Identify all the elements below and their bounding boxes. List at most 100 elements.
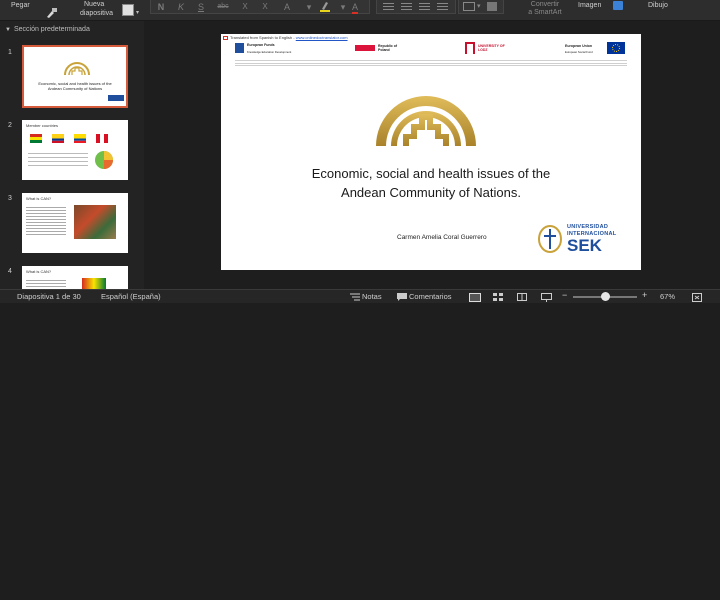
strikethrough-button[interactable]: abc — [213, 1, 233, 13]
eu-flag-icon — [607, 42, 625, 54]
map-image — [82, 278, 106, 289]
partner-logo-text: Republic of Poland — [378, 44, 398, 52]
funding-disclaimer — [235, 60, 627, 68]
comments-icon[interactable] — [397, 293, 407, 301]
convert-smartart-button[interactable]: Convertir a SmartArt — [520, 1, 570, 17]
slide-title-line-2: Andean Community of Nations. — [341, 185, 521, 200]
slide-sorter-icon[interactable] — [493, 293, 503, 301]
chevron-down-icon[interactable]: ▾ — [136, 9, 139, 16]
zoom-out-button[interactable]: − — [562, 290, 567, 300]
slide-number: 3 — [8, 195, 12, 202]
partner-logo-sub: Knowledge Education Development — [247, 50, 292, 54]
slide-thumbnail[interactable]: Member countries — [22, 120, 128, 180]
paragraph-group — [376, 0, 456, 14]
flag-ecuador-icon — [74, 134, 86, 143]
slide-number: 1 — [8, 49, 12, 56]
chevron-down-icon[interactable]: ▾ — [301, 1, 317, 13]
fit-to-window-icon[interactable] — [692, 293, 702, 302]
columns-icon[interactable] — [463, 2, 475, 11]
slide-counter: Diapositiva 1 de 30 — [17, 292, 81, 301]
slide-title-line-1: Economic, social and health issues of th… — [311, 166, 551, 181]
slide-thumbnail-title: Economic, social and health issues of th… — [38, 81, 112, 91]
andean-community-logo — [376, 96, 476, 146]
comments-button[interactable]: Comentarios — [409, 292, 452, 301]
italic-button[interactable]: K — [173, 1, 189, 13]
text-placeholder — [28, 150, 88, 174]
translate-icon — [223, 35, 228, 40]
university-lodz-icon — [465, 42, 475, 54]
flag-colombia-icon — [52, 134, 64, 143]
empty-workspace — [0, 304, 720, 600]
normal-view-icon[interactable] — [469, 293, 481, 302]
chevron-down-icon[interactable]: ▼ — [5, 27, 11, 33]
zoom-percentage[interactable]: 67% — [660, 292, 675, 301]
european-union-logo: European Union European Social Fund — [565, 42, 627, 56]
partner-logo-text: European Union — [565, 44, 593, 48]
slide-thumbnail[interactable]: What is CAN? — [22, 266, 128, 289]
drawing-button[interactable]: Dibujo — [648, 2, 668, 9]
andean-logo-icon — [64, 62, 90, 76]
slide-title[interactable]: Economic, social and health issues of th… — [221, 164, 641, 202]
partner-logo-sub: European Social Fund — [565, 50, 593, 54]
slide-thumbnails-pane[interactable]: ▼ Sección predeterminada 1 Economic, soci… — [0, 21, 144, 289]
format-painter-icon[interactable] — [46, 8, 58, 18]
picture-icon[interactable] — [613, 1, 623, 10]
align-right-icon[interactable] — [419, 3, 430, 10]
sek-university-logo: UNIVERSIDAD INTERNACIONAL SEK — [537, 222, 629, 256]
justify-icon[interactable] — [437, 3, 448, 10]
font-color-button[interactable]: A — [347, 1, 363, 14]
sek-crest-icon — [538, 225, 562, 253]
partner-logo-text: European Funds — [247, 43, 275, 47]
reading-view-icon[interactable] — [517, 293, 527, 301]
convert-label-2: a SmartArt — [528, 9, 562, 16]
font-format-group: N K S abc X X A ▾ ▾ A — [150, 0, 370, 14]
slide-canvas[interactable]: Translated from Spanish to English - www… — [144, 21, 720, 289]
underline-button[interactable]: S — [193, 1, 209, 13]
new-slide-label-1: Nueva — [84, 1, 105, 8]
slideshow-icon[interactable] — [541, 293, 552, 302]
status-bar: Diapositiva 1 de 30 Español (España) Not… — [0, 289, 720, 303]
notes-icon[interactable] — [350, 293, 360, 301]
university-lodz-logo: UNIVERSITY OF LODZ — [465, 42, 525, 56]
layout-icon[interactable] — [122, 4, 134, 16]
align-left-icon[interactable] — [383, 3, 394, 10]
slide-thumbnail-title: What is CAN? — [26, 196, 52, 201]
republic-poland-logo: Republic of Poland — [355, 42, 405, 56]
slide-author[interactable]: Carmen Amelia Coral Guerrero — [397, 234, 487, 241]
text-effects-button[interactable]: A — [279, 1, 295, 13]
notes-button[interactable]: Notas — [362, 292, 382, 301]
sek-logo-icon — [108, 95, 124, 101]
slide-thumbnail-title: Member countries — [26, 123, 59, 128]
partner-logos: European Funds Knowledge Education Devel… — [235, 42, 627, 56]
bold-button[interactable]: N — [153, 1, 169, 13]
align-center-icon[interactable] — [401, 3, 412, 10]
paste-button[interactable]: Pegar — [6, 0, 57, 21]
chevron-down-icon[interactable]: ▾ — [477, 2, 481, 10]
ribbon: Pegar Nueva diapositiva ▾ N K S abc X X … — [0, 0, 720, 21]
language-indicator[interactable]: Español (España) — [101, 292, 161, 301]
photo-image — [74, 205, 116, 239]
section-title: Sección predeterminada — [13, 26, 90, 33]
convert-label-1: Convertir — [530, 1, 560, 8]
paste-label: Pegar — [11, 2, 30, 9]
current-slide[interactable]: Translated from Spanish to English - www… — [221, 34, 641, 270]
translation-note: Translated from Spanish to English - www… — [223, 35, 348, 40]
slide-thumbnail[interactable]: Economic, social and health issues of th… — [22, 45, 128, 108]
zoom-slider-handle[interactable] — [600, 292, 610, 301]
translated-text: Translated from Spanish to English - — [230, 35, 295, 40]
highlight-icon[interactable] — [317, 1, 333, 13]
text-effects-label: A — [283, 2, 290, 12]
columns-group: ▾ — [458, 0, 504, 14]
slide-thumbnail[interactable]: What is CAN? — [22, 193, 128, 253]
image-button[interactable]: Imagen — [578, 2, 601, 9]
zoom-in-button[interactable]: + — [642, 290, 647, 300]
eu-funds-icon — [235, 43, 244, 53]
translation-link[interactable]: www.onlinedoctranslator.com — [296, 35, 348, 40]
section-header[interactable]: ▼ Sección predeterminada — [5, 26, 90, 33]
partner-logo-text: UNIVERSITY OF LODZ — [478, 44, 505, 52]
subscript-button[interactable]: X — [237, 1, 253, 13]
superscript-button[interactable]: X — [257, 1, 273, 13]
new-slide-button[interactable]: Nueva diapositiva ▾ — [80, 0, 140, 21]
european-funds-logo: European Funds Knowledge Education Devel… — [235, 42, 295, 56]
text-direction-icon[interactable] — [487, 2, 497, 11]
